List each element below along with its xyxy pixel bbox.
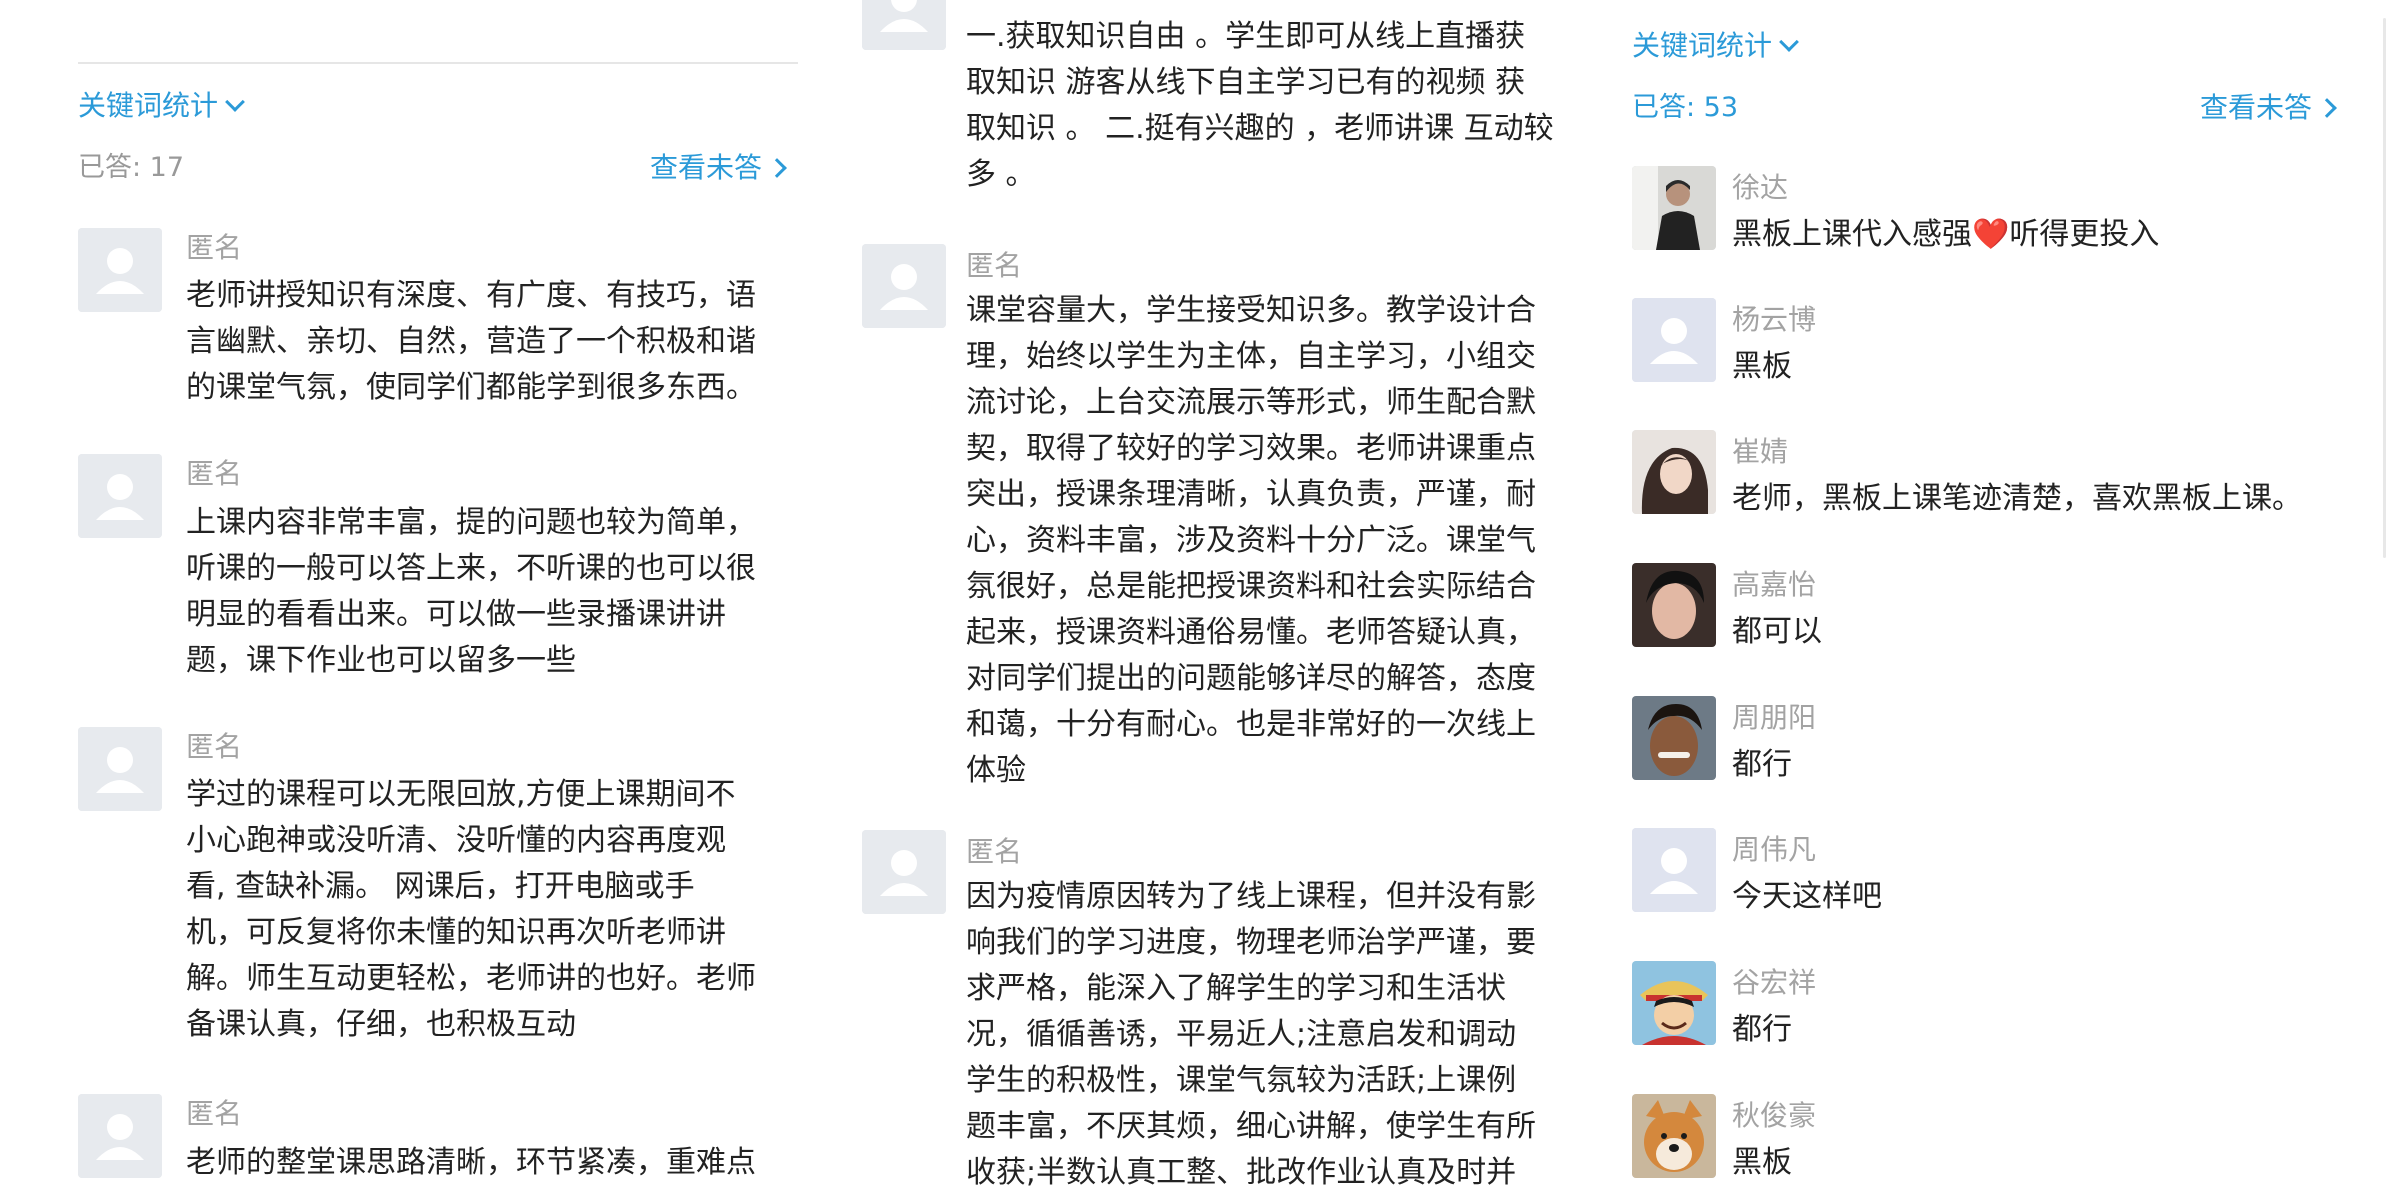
default-avatar-icon xyxy=(862,244,946,328)
keyword-stats-toggle[interactable]: 关键词统计 xyxy=(1632,28,1799,64)
chevron-right-icon xyxy=(2317,98,2337,118)
answered-count: 已答: 17 xyxy=(78,152,185,183)
default-avatar-icon xyxy=(862,0,946,50)
entry-text: 老师讲授知识有深度、有广度、有技巧，语 言幽默、亲切、自然，营造了一个积极和谐 … xyxy=(186,278,756,405)
entry-text: 今天这样吧 xyxy=(1732,879,1882,914)
keyword-stats-toggle[interactable]: 关键词统计 xyxy=(78,88,245,124)
entry-name: 杨云博 xyxy=(1732,303,1817,336)
entry-text: 黑板 xyxy=(1732,349,1792,384)
entry-text: 学过的课程可以无限回放,方便上课期间不 小心跑神或没听清、没听懂的内容再度观 看… xyxy=(186,777,756,1042)
answered-count: 已答: 53 xyxy=(1632,92,1739,123)
entry-name: 谷宏祥 xyxy=(1732,966,1817,999)
user-photo-avatar xyxy=(1632,166,1716,250)
chevron-right-icon xyxy=(767,158,787,178)
divider xyxy=(78,62,798,64)
entry-text: 老师，黑板上课笔迹清楚，喜欢黑板上课。 xyxy=(1732,481,2302,516)
entry-name: 匿名 xyxy=(186,1097,243,1130)
entry-text: 一.获取知识自由 。学生即可从线上直播获 取知识 游客从线下自主学习已有的视频 … xyxy=(966,19,1554,192)
scrollbar[interactable] xyxy=(2383,18,2386,558)
entry-text: 都行 xyxy=(1732,747,1792,782)
entry-text: 黑板上课代入感强❤️听得更投入 xyxy=(1732,217,2160,252)
default-avatar-icon xyxy=(78,454,162,538)
user-photo-avatar xyxy=(1632,696,1716,780)
left-panel: 关键词统计 已答: 17 查看未答 匿名 老师讲授知识有深度、有广度、有技巧，语… xyxy=(0,0,850,1200)
keyword-stats-label: 关键词统计 xyxy=(1632,29,1773,62)
keyword-stats-label: 关键词统计 xyxy=(78,89,219,122)
entry-text: 都行 xyxy=(1732,1012,1792,1047)
default-avatar-icon xyxy=(1632,298,1716,382)
entry-name: 匿名 xyxy=(186,730,243,763)
entry-name: 匿名 xyxy=(186,457,243,490)
entry-name: 匿名 xyxy=(966,249,1023,282)
entry-name: 匿名 xyxy=(966,835,1023,868)
right-panel: 关键词统计 已答: 53 查看未答 徐达 黑板上课代入感强❤️听得更投入 杨云博… xyxy=(1630,0,2400,1200)
default-avatar-icon xyxy=(1632,828,1716,912)
default-avatar-icon xyxy=(862,830,946,914)
default-avatar-icon xyxy=(78,1094,162,1178)
entry-name: 周朋阳 xyxy=(1732,701,1817,734)
dog-photo-avatar xyxy=(1632,1094,1716,1178)
entry-name: 秋俊豪 xyxy=(1732,1099,1817,1132)
cartoon-avatar xyxy=(1632,961,1716,1045)
entry-text: 都可以 xyxy=(1732,614,1822,649)
default-avatar-icon xyxy=(78,228,162,312)
chevron-down-icon xyxy=(225,92,245,112)
view-unanswered-label: 查看未答 xyxy=(650,151,763,184)
middle-panel: 一.获取知识自由 。学生即可从线上直播获 取知识 游客从线下自主学习已有的视频 … xyxy=(850,0,1630,1200)
entry-name: 崔婧 xyxy=(1732,435,1789,468)
user-photo-avatar xyxy=(1632,563,1716,647)
entry-text: 黑板 xyxy=(1732,1145,1792,1180)
user-photo-avatar xyxy=(1632,430,1716,514)
entry-name: 徐达 xyxy=(1732,171,1789,204)
entry-text: 上课内容非常丰富，提的问题也较为简单， 听课的一般可以答上来，不听课的也可以很 … xyxy=(186,505,756,678)
default-avatar-icon xyxy=(78,727,162,811)
entry-text: 老师的整堂课思路清晰，环节紧凑，重难点 xyxy=(186,1145,756,1180)
entry-text: 因为疫情原因转为了线上课程，但并没有影 响我们的学习进度，物理老师治学严谨，要 … xyxy=(966,879,1536,1190)
view-unanswered-label: 查看未答 xyxy=(2200,91,2313,124)
entry-text: 课堂容量大，学生接受知识多。教学设计合 理，始终以学生为主体，自主学习，小组交 … xyxy=(966,293,1536,788)
view-unanswered-link[interactable]: 查看未答 xyxy=(2200,90,2337,126)
view-unanswered-link[interactable]: 查看未答 xyxy=(650,150,787,186)
entry-name: 周伟凡 xyxy=(1732,833,1817,866)
entry-name: 高嘉怡 xyxy=(1732,568,1817,601)
entry-name: 匿名 xyxy=(186,231,243,264)
chevron-down-icon xyxy=(1779,32,1799,52)
